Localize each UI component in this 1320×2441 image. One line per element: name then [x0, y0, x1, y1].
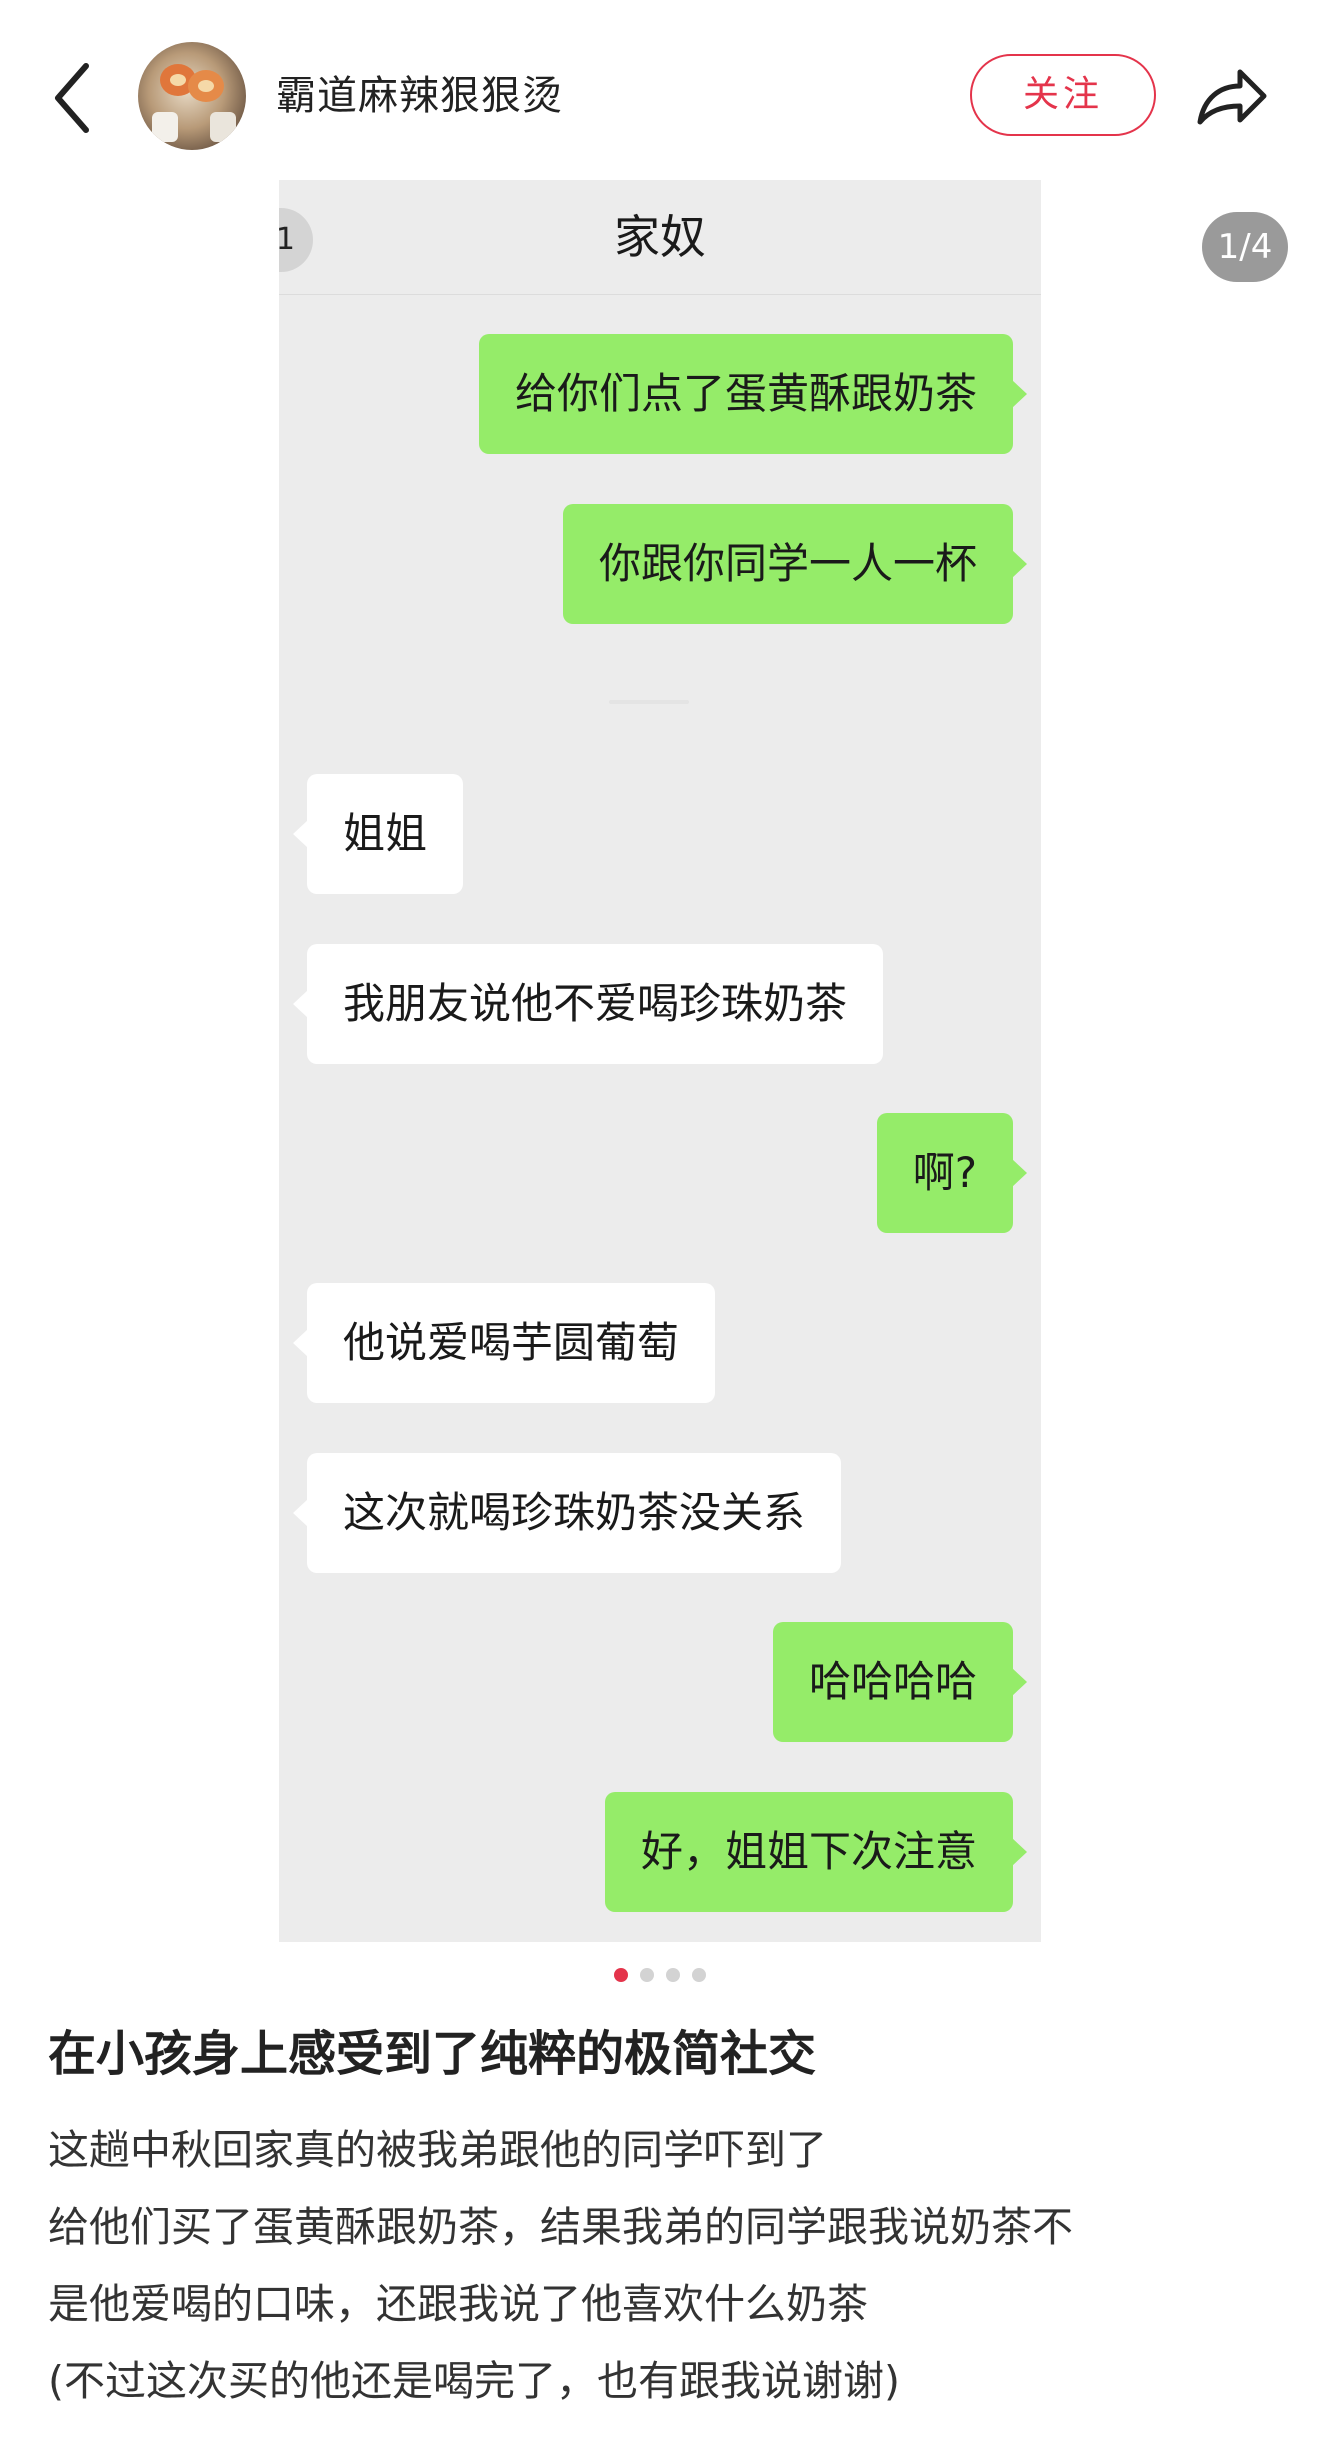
avatar[interactable]	[138, 42, 246, 150]
follow-button[interactable]: 关注	[970, 54, 1156, 136]
image-pagination	[0, 1968, 1320, 1988]
pagination-dot-3[interactable]	[666, 1968, 680, 1982]
chat-message-sent: 啊?	[876, 1113, 1028, 1233]
chat-message-received: 这次就喝珍珠奶茶没关系	[292, 1453, 842, 1573]
chat-message-sent: 给你们点了蛋黄酥跟奶茶	[478, 334, 1028, 454]
post-image-chat-screenshot[interactable]: 1 家奴 给你们点了蛋黄酥跟奶茶 你跟你同学一人一杯 姐姐 我朋友说他不爱喝珍珠…	[279, 180, 1041, 1942]
post-body-line: (不过这次买的他还是喝完了，也有跟我说谢谢)	[48, 2357, 900, 2405]
share-button[interactable]	[1190, 56, 1272, 138]
chat-message-received: 我朋友说他不爱喝珍珠奶茶	[292, 944, 884, 1064]
top-bar: 霸道麻辣狠狠烫 关注	[0, 0, 1320, 180]
pagination-dot-2[interactable]	[640, 1968, 654, 1982]
chevron-left-icon	[55, 63, 89, 133]
back-button[interactable]	[46, 58, 102, 138]
chat-title: 家奴	[614, 210, 706, 264]
author-name[interactable]: 霸道麻辣狠狠烫	[276, 70, 563, 122]
chat-message-sent: 好，姐姐下次注意	[604, 1792, 1028, 1912]
chat-message-sent: 哈哈哈哈	[772, 1622, 1028, 1742]
image-counter: 1/4	[1202, 212, 1288, 282]
divider	[609, 700, 689, 704]
post-title: 在小孩身上感受到了纯粹的极简社交	[48, 2026, 817, 2082]
post-body-line: 是他爱喝的口味，还跟我说了他喜欢什么奶茶	[48, 2280, 868, 2328]
post-body-line: 这趟中秋回家真的被我弟跟他的同学吓到了	[48, 2126, 827, 2174]
chat-message-received: 他说爱喝芋圆葡萄	[292, 1283, 716, 1403]
post-body-line: 给他们买了蛋黄酥跟奶茶，结果我弟的同学跟我说奶茶不	[48, 2203, 1073, 2251]
pagination-dot-1[interactable]	[614, 1968, 628, 1982]
pagination-dot-4[interactable]	[692, 1968, 706, 1982]
chat-message-received: 姐姐	[292, 774, 464, 894]
share-arrow-icon	[1197, 69, 1267, 125]
chat-message-sent: 你跟你同学一人一杯	[562, 504, 1028, 624]
post-body: 这趟中秋回家真的被我弟跟他的同学吓到了 给他们买了蛋黄酥跟奶茶，结果我弟的同学跟…	[48, 2112, 1288, 2420]
avatar-image	[152, 64, 236, 142]
chat-title-bar: 1 家奴	[279, 180, 1041, 295]
